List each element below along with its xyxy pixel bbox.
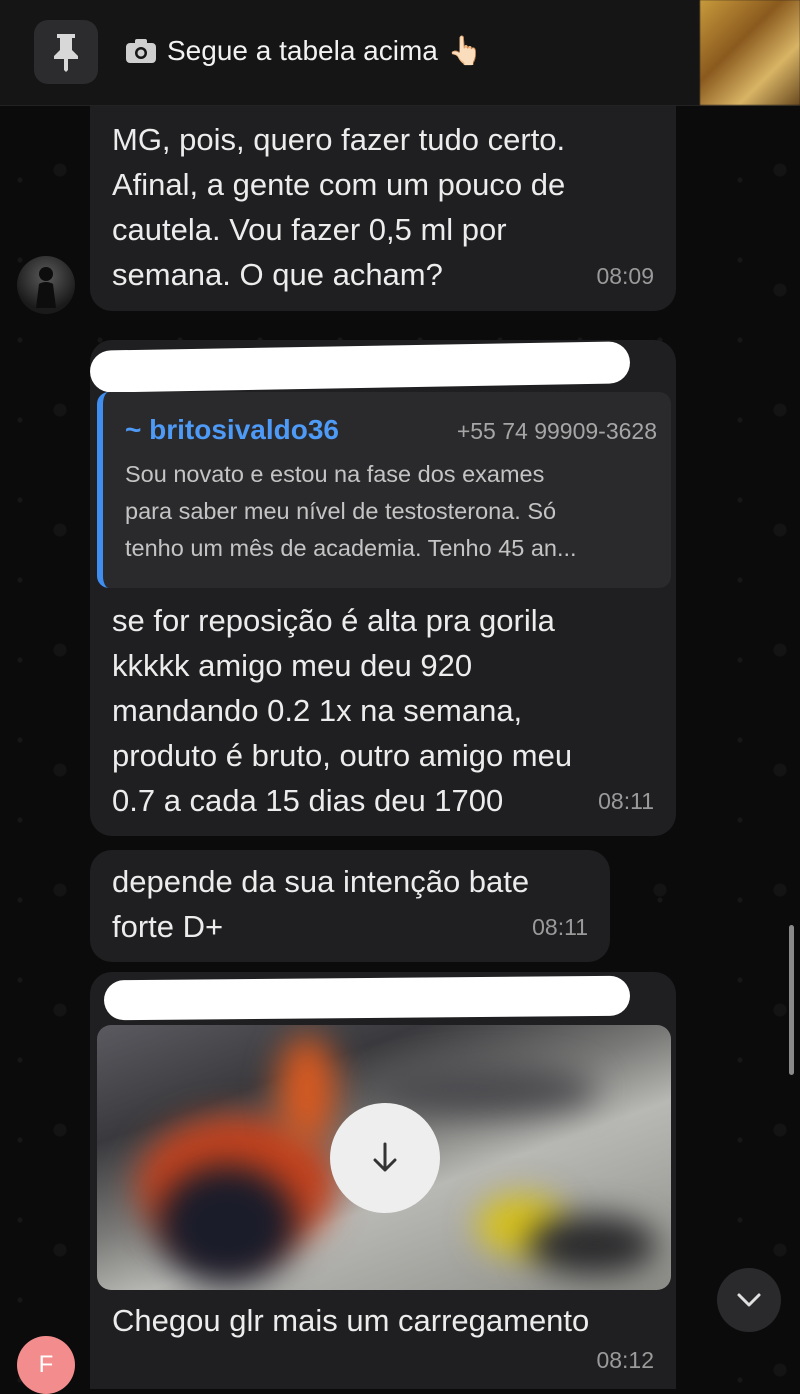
quoted-phone: +55 74 99909-3628 [456, 418, 657, 444]
message-text: depende da sua intenção bate forte D+ [112, 864, 530, 944]
message-bubble[interactable]: MG, pois, quero fazer tudo certo. Afinal… [90, 80, 676, 311]
person-silhouette-icon [36, 267, 56, 308]
scroll-to-bottom-button[interactable] [717, 1268, 781, 1332]
avatar-letter: F [38, 1351, 54, 1378]
pin-button[interactable] [34, 20, 98, 84]
quoted-text: Sou novato e estou na fase dos exames pa… [125, 461, 577, 561]
pointing-up-emoji: 👆🏻 [447, 35, 483, 66]
message-text: se for reposição é alta pra gorila kkkkk… [112, 603, 573, 818]
pin-icon [54, 34, 78, 72]
chevron-down-icon [737, 1293, 761, 1307]
pinned-message-preview[interactable]: Segue a tabela acima 👆🏻 [125, 34, 483, 67]
pinned-text: Segue a tabela acima [167, 34, 438, 66]
message-time: 08:11 [532, 914, 588, 940]
camera-icon [126, 38, 156, 63]
download-arrow-icon [373, 1142, 397, 1172]
message-bubble[interactable]: depende da sua intenção bate forte D+ 08… [90, 850, 610, 962]
quoted-message[interactable]: ~ britosivaldo36 +55 74 99909-3628 Sou n… [97, 392, 671, 588]
quoted-author: ~ britosivaldo36 [125, 414, 339, 445]
pinned-message-bar[interactable]: Segue a tabela acima 👆🏻 [0, 0, 800, 106]
media-caption: Chegou glr mais um carregamento [112, 1303, 590, 1338]
message-time: 08:12 [596, 1347, 654, 1373]
scrollbar[interactable] [789, 925, 794, 1075]
redacted-sender-name [103, 975, 631, 1021]
message-text: MG, pois, quero fazer tudo certo. Afinal… [112, 122, 566, 292]
download-button[interactable] [330, 1103, 440, 1213]
message-time: 08:11 [598, 788, 654, 814]
pinned-thumbnail[interactable] [700, 0, 800, 105]
message-time: 08:09 [596, 263, 654, 289]
sender-avatar-f[interactable]: F [17, 1336, 75, 1394]
sender-avatar[interactable] [17, 256, 75, 314]
